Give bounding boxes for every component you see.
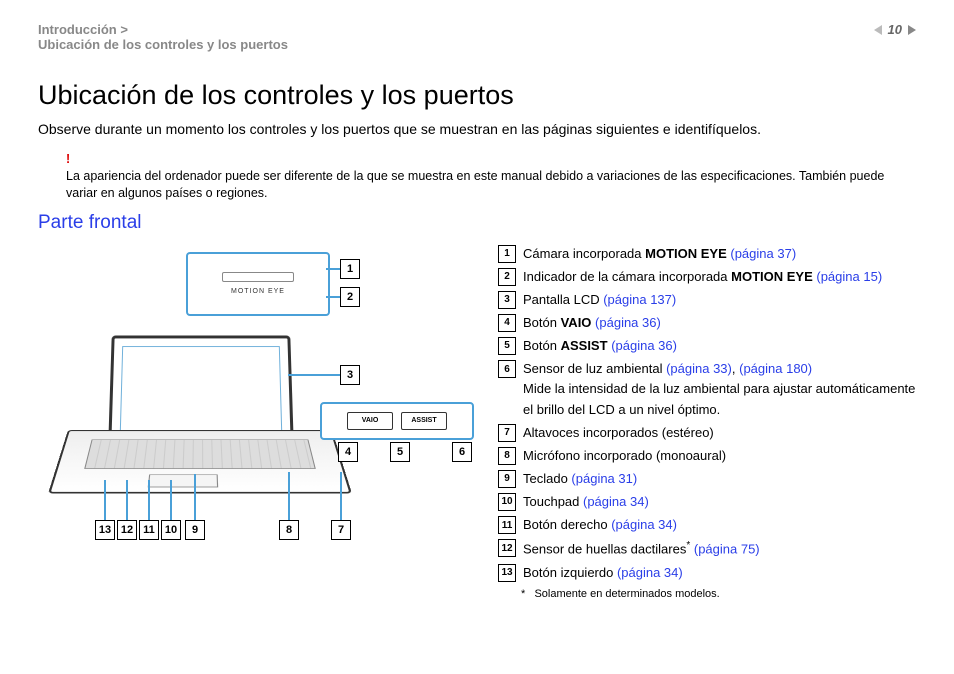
list-item: 4Botón VAIO (página 36) (498, 313, 916, 333)
assist-button-label: ASSIST (401, 412, 447, 430)
motion-eye-label: MOTION EYE (231, 288, 285, 295)
page-link[interactable]: (página 34) (583, 494, 649, 509)
page-number: 10 (888, 22, 902, 37)
page-link[interactable]: (página 36) (611, 338, 677, 353)
prev-page-icon[interactable] (874, 25, 882, 35)
page-link[interactable]: (página 75) (694, 542, 760, 557)
list-item: 2Indicador de la cámara incorporada MOTI… (498, 267, 916, 287)
footnote: * Solamente en determinados modelos. (521, 586, 916, 603)
callout-10: 10 (161, 520, 181, 540)
list-item: 3Pantalla LCD (página 137) (498, 290, 916, 310)
callout-4: 4 (338, 442, 358, 462)
page-link[interactable]: (página 15) (816, 269, 882, 284)
callout-9: 9 (185, 520, 205, 540)
list-item: 10Touchpad (página 34) (498, 492, 916, 512)
list-item: 7Altavoces incorporados (estéreo) (498, 423, 916, 443)
callout-5: 5 (390, 442, 410, 462)
breadcrumb: Introducción > Ubicación de los controle… (38, 22, 288, 52)
list-item: 5Botón ASSIST (página 36) (498, 336, 916, 356)
list-item: 12Sensor de huellas dactilares* (página … (498, 538, 916, 559)
page-link[interactable]: (página 31) (571, 471, 637, 486)
warning-icon: ! (66, 152, 70, 166)
page-number-nav: 10 (874, 22, 916, 37)
intro-text: Observe durante un momento los controles… (38, 121, 916, 137)
section-title: Parte frontal (38, 212, 916, 234)
callout-12: 12 (117, 520, 137, 540)
legend-list: 1Cámara incorporada MOTION EYE (página 3… (498, 244, 916, 603)
warning-text: La apariencia del ordenador puede ser di… (66, 169, 884, 200)
page-link[interactable]: (página 34) (611, 517, 677, 532)
callout-8: 8 (279, 520, 299, 540)
item-6-sub: Mide la intensidad de la luz ambiental p… (523, 381, 915, 416)
page-title: Ubicación de los controles y los puertos (38, 80, 916, 111)
vaio-button-label: VAIO (347, 412, 393, 430)
list-item: 11Botón derecho (página 34) (498, 515, 916, 535)
buttons-callout: VAIO ASSIST (320, 402, 474, 440)
callout-1: 1 (340, 259, 360, 279)
list-item: 13Botón izquierdo (página 34) (498, 563, 916, 583)
page-link[interactable]: (página 34) (617, 565, 683, 580)
motion-eye-callout: MOTION EYE (186, 252, 330, 316)
breadcrumb-line1: Introducción > (38, 22, 288, 37)
callout-11: 11 (139, 520, 159, 540)
callout-7: 7 (331, 520, 351, 540)
page-link[interactable]: (página 33) (666, 361, 732, 376)
page-link[interactable]: (página 137) (603, 292, 676, 307)
callout-3: 3 (340, 365, 360, 385)
callout-13: 13 (95, 520, 115, 540)
callout-2: 2 (340, 287, 360, 307)
list-item: 8Micrófono incorporado (monoaural) (498, 446, 916, 466)
list-item: 1Cámara incorporada MOTION EYE (página 3… (498, 244, 916, 264)
next-page-icon[interactable] (908, 25, 916, 35)
page-link[interactable]: (página 36) (595, 315, 661, 330)
page-link[interactable]: (página 37) (730, 246, 796, 261)
page-link[interactable]: (página 180) (739, 361, 812, 376)
list-item: 9Teclado (página 31) (498, 469, 916, 489)
warning-note: ! La apariencia del ordenador puede ser … (66, 151, 916, 202)
callout-6: 6 (452, 442, 472, 462)
breadcrumb-line2: Ubicación de los controles y los puertos (38, 37, 288, 52)
front-diagram: MOTION EYE 1 2 3 VAIO ASSIST 4 5 6 13 12… (38, 244, 478, 544)
list-item: 6Sensor de luz ambiental (página 33), (p… (498, 359, 916, 419)
